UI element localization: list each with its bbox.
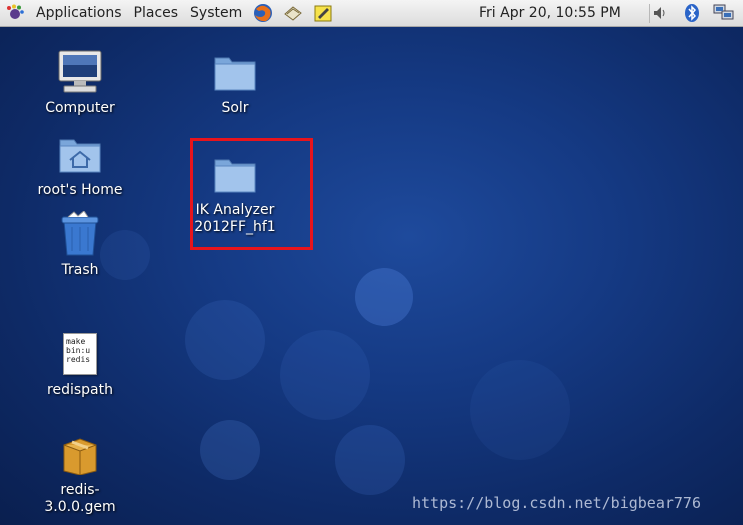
desktop-icon-label: root's Home bbox=[37, 182, 123, 198]
gnome-foot-icon bbox=[4, 2, 26, 24]
desktop-icon-label: redis-3.0.0.gem bbox=[44, 482, 116, 515]
computer-icon bbox=[56, 48, 104, 96]
bluetooth-icon[interactable] bbox=[681, 2, 703, 24]
notes-launcher-icon[interactable] bbox=[312, 2, 334, 24]
highlight-box bbox=[190, 138, 313, 250]
text-file-icon: make bin:u redis bbox=[56, 330, 104, 378]
menu-system[interactable]: System bbox=[184, 0, 248, 27]
desktop-icon-label: Computer bbox=[45, 100, 115, 116]
desktop-icon-trash[interactable]: Trash bbox=[25, 210, 135, 279]
trash-icon bbox=[56, 210, 104, 258]
firefox-launcher-icon[interactable] bbox=[252, 2, 274, 24]
main-menu: Applications Places System bbox=[0, 0, 338, 27]
desktop-icon-redis-gem[interactable]: redis-3.0.0.gem bbox=[25, 430, 135, 516]
watermark-text: https://blog.csdn.net/bigbear776 bbox=[412, 494, 701, 512]
file-preview: make bin:u redis bbox=[63, 333, 97, 375]
desktop-icon-solr[interactable]: Solr bbox=[180, 48, 290, 117]
mail-launcher-icon[interactable] bbox=[282, 2, 304, 24]
panel-clock[interactable]: Fri Apr 20, 10:55 PM bbox=[479, 0, 621, 27]
volume-icon[interactable] bbox=[649, 2, 671, 24]
menu-applications[interactable]: Applications bbox=[30, 0, 128, 27]
desktop-icon-home[interactable]: root's Home bbox=[25, 130, 135, 199]
desktop-icon-label: Trash bbox=[61, 262, 99, 278]
folder-icon bbox=[211, 48, 259, 96]
menu-places[interactable]: Places bbox=[128, 0, 185, 27]
network-icon[interactable] bbox=[713, 2, 735, 24]
desktop-icon-redispath[interactable]: make bin:u redis redispath bbox=[25, 330, 135, 399]
home-folder-icon bbox=[56, 130, 104, 178]
system-tray bbox=[649, 2, 735, 24]
package-icon bbox=[56, 430, 104, 478]
desktop-icon-computer[interactable]: Computer bbox=[25, 48, 135, 117]
top-panel: Applications Places System Fri Apr 20, 1… bbox=[0, 0, 743, 27]
desktop-icon-label: Solr bbox=[221, 100, 249, 116]
desktop-icon-label: redispath bbox=[47, 382, 113, 398]
